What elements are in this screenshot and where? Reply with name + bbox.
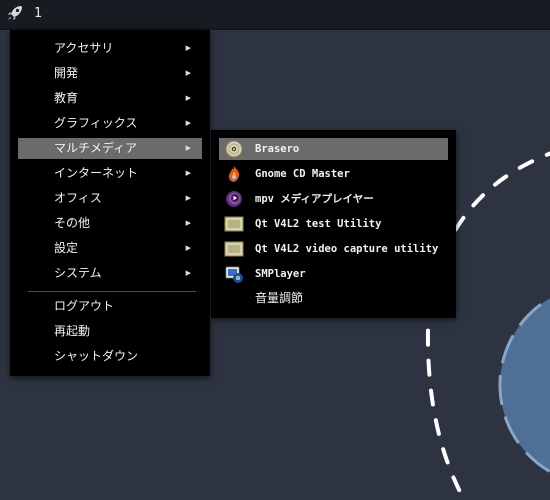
menu-item-logout[interactable]: ログアウト <box>18 296 202 317</box>
submenu-item-label: Gnome CD Master <box>255 168 350 180</box>
submenu-item-brasero[interactable]: Brasero <box>219 138 448 160</box>
menu-item-shutdown[interactable]: シャットダウン <box>18 346 202 367</box>
menu-item-accessories[interactable]: アクセサリ ▶ <box>18 38 202 59</box>
menu-item-reboot[interactable]: 再起動 <box>18 321 202 342</box>
submenu-arrow-icon: ▶ <box>185 169 191 177</box>
workspace-indicator[interactable]: 1 <box>34 6 42 21</box>
webcam-icon <box>224 214 244 234</box>
mpv-icon <box>224 189 244 209</box>
menu-item-label: インターネット <box>54 166 139 180</box>
menu-item-label: その他 <box>54 216 91 230</box>
submenu-arrow-icon: ▶ <box>185 244 191 252</box>
menu-item-education[interactable]: 教育 ▶ <box>18 88 202 109</box>
menu-item-label: グラフィックス <box>54 116 138 130</box>
menu-item-label: 教育 <box>54 91 79 105</box>
menu-item-label: ログアウト <box>54 299 115 313</box>
menu-item-label: システム <box>54 266 102 280</box>
submenu-item-label: 音量調節 <box>255 291 304 305</box>
menu-item-label: マルチメディア <box>54 141 138 155</box>
submenu-item-qt-v4l2-test[interactable]: Qt V4L2 test Utility <box>219 213 448 235</box>
application-launcher-button[interactable] <box>4 4 26 26</box>
submenu-item-label: Brasero <box>255 143 300 155</box>
submenu-arrow-icon: ▶ <box>185 119 191 127</box>
top-panel: 1 <box>0 0 550 30</box>
submenu-item-smplayer[interactable]: SMPlayer <box>219 263 448 285</box>
submenu-item-qt-v4l2-capture[interactable]: Qt V4L2 video capture utility <box>219 238 448 260</box>
multimedia-submenu: Brasero Gnome CD Master mpv メディアプレイヤー Qt… <box>211 130 456 318</box>
menu-item-label: シャットダウン <box>54 349 139 363</box>
menu-item-label: アクセサリ <box>54 41 114 55</box>
submenu-arrow-icon: ▶ <box>185 219 191 227</box>
wallpaper-globe <box>500 298 550 472</box>
menu-item-label: オフィス <box>54 191 102 205</box>
menu-item-other[interactable]: その他 ▶ <box>18 213 202 234</box>
submenu-arrow-icon: ▶ <box>185 69 191 77</box>
submenu-item-label: mpv メディアプレイヤー <box>255 193 374 205</box>
rocket-icon <box>6 4 24 26</box>
submenu-item-mpv[interactable]: mpv メディアプレイヤー <box>219 188 448 210</box>
submenu-arrow-icon: ▶ <box>185 94 191 102</box>
submenu-item-volume-control[interactable]: 音量調節 <box>219 287 448 309</box>
application-menu: アクセサリ ▶ 開発 ▶ 教育 ▶ グラフィックス ▶ マルチメディア ▶ イン… <box>10 30 210 376</box>
menu-item-office[interactable]: オフィス ▶ <box>18 188 202 209</box>
smplayer-icon <box>224 264 244 284</box>
menu-item-settings[interactable]: 設定 ▶ <box>18 238 202 259</box>
menu-item-system[interactable]: システム ▶ <box>18 263 202 284</box>
submenu-item-label: Qt V4L2 video capture utility <box>255 243 439 255</box>
submenu-item-label: SMPlayer <box>255 268 306 280</box>
submenu-arrow-icon: ▶ <box>185 144 191 152</box>
menu-item-label: 開発 <box>54 66 79 80</box>
webcam-icon <box>224 239 244 259</box>
menu-item-label: 設定 <box>54 241 79 255</box>
menu-item-graphics[interactable]: グラフィックス ▶ <box>18 113 202 134</box>
menu-item-development[interactable]: 開発 ▶ <box>18 63 202 84</box>
menu-item-label: 再起動 <box>54 324 91 338</box>
submenu-arrow-icon: ▶ <box>185 194 191 202</box>
menu-item-multimedia[interactable]: マルチメディア ▶ <box>18 138 202 159</box>
disc-burner-icon <box>224 139 244 159</box>
submenu-item-gnome-cd-master[interactable]: Gnome CD Master <box>219 163 448 185</box>
menu-item-internet[interactable]: インターネット ▶ <box>18 163 202 184</box>
menu-separator <box>28 291 196 292</box>
submenu-arrow-icon: ▶ <box>185 44 191 52</box>
flame-disc-icon <box>224 164 244 184</box>
submenu-arrow-icon: ▶ <box>185 269 191 277</box>
submenu-item-label: Qt V4L2 test Utility <box>255 218 382 230</box>
